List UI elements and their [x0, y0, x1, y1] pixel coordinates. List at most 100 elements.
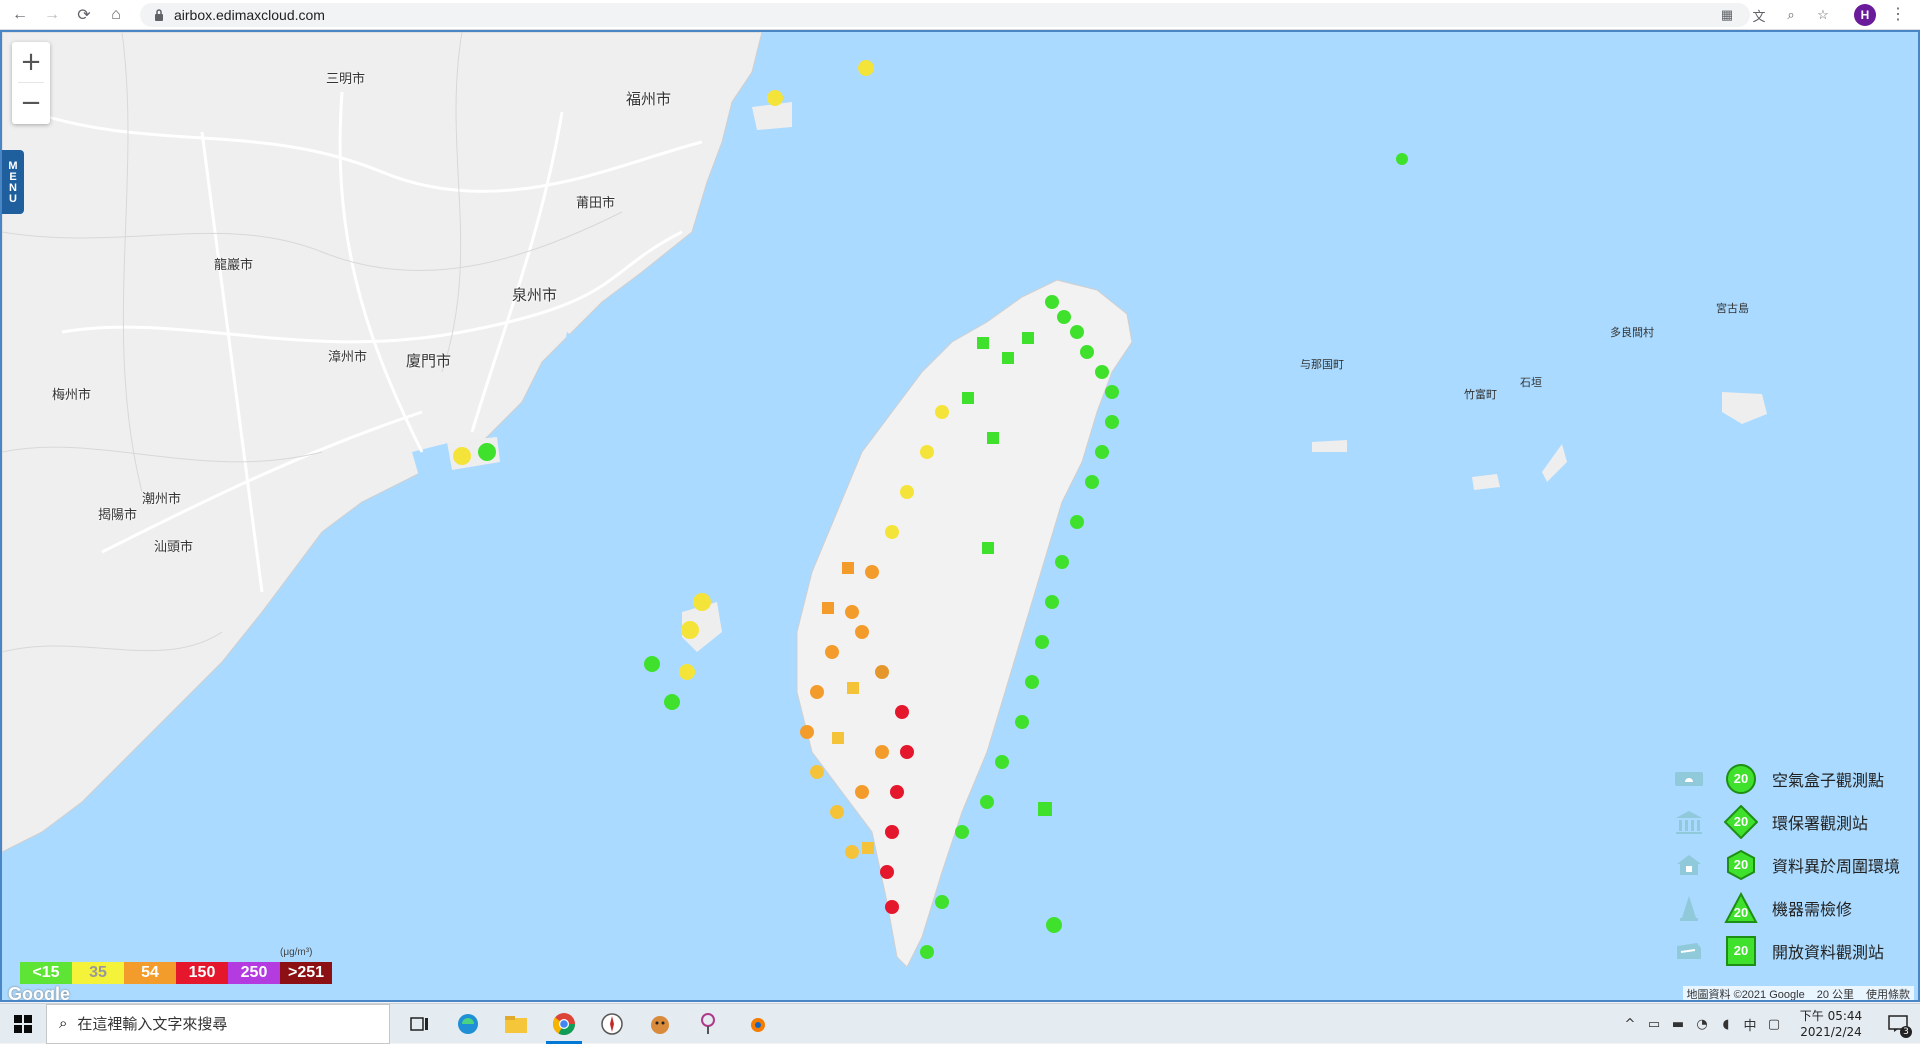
map-label-quanzhou: 泉州市 — [512, 286, 558, 304]
compass-app-icon[interactable] — [588, 1004, 636, 1044]
blender-icon[interactable] — [732, 1004, 780, 1044]
terms-link[interactable]: 使用條款 — [1866, 986, 1910, 1000]
map-label-miyakojima: 宮古島 — [1716, 302, 1749, 315]
legend-item-epa-station: 20 環保署觀測站 — [1672, 800, 1912, 843]
square-marker: 20 — [1724, 934, 1758, 968]
map-scale[interactable]: 20 公里 — [1817, 986, 1854, 1000]
edge-icon[interactable] — [444, 1004, 492, 1044]
map-label-taramason: 多良間村 — [1610, 326, 1654, 339]
input-mode-icon[interactable]: ▢ — [1762, 1004, 1786, 1044]
aqi-scale: <15 35 54 150 250 >251 — [20, 962, 332, 984]
marker-value: 20 — [1733, 904, 1749, 920]
url-text[interactable]: airbox.edimaxcloud.com — [174, 7, 325, 23]
translate-icon[interactable]: 文 — [1748, 4, 1770, 26]
zoom-out-button[interactable]: − — [12, 83, 50, 123]
address-bar[interactable]: airbox.edimaxcloud.com — [140, 3, 1750, 27]
wifi-icon[interactable]: ◔ — [1690, 1004, 1714, 1044]
aqi-level-hazardous: >251 — [280, 962, 332, 984]
legend-label: 機器需檢修 — [1772, 899, 1853, 919]
map-label-sanming: 三明市 — [326, 72, 366, 87]
back-icon[interactable]: ← — [8, 3, 32, 27]
map-label-jieyang: 揭陽市 — [98, 508, 138, 523]
system-tray: ^ ▭ ▬ ◔ ◖ 中 ▢ 下午 05:44 2021/2/24 3 — [1618, 1004, 1920, 1044]
aqi-level-sensitive: 54 — [124, 962, 176, 984]
windows-start-icon[interactable] — [0, 1004, 46, 1044]
taskbar-search[interactable]: ⌕ 在這裡輸入文字來搜尋 — [46, 1003, 390, 1044]
marker-value: 20 — [1733, 857, 1749, 872]
legend-label: 空氣盒子觀測點 — [1772, 770, 1885, 790]
taskbar: ⌕ 在這裡輸入文字來搜尋 ^ ▭ ▬ ◔ ◖ 中 ▢ 下午 05:44 2021… — [0, 1003, 1920, 1044]
home-icon[interactable]: ⌂ — [104, 3, 128, 27]
marker-value: 20 — [1733, 814, 1749, 829]
bookmark-star-icon[interactable]: ☆ — [1812, 4, 1834, 26]
reload-icon[interactable]: ⟳ — [72, 3, 96, 27]
chevron-up-icon[interactable]: ^ — [1618, 1004, 1642, 1044]
task-view-icon[interactable] — [396, 1004, 444, 1044]
triangle-marker: 20 — [1724, 891, 1758, 925]
map-label-ishigaki: 石垣 — [1520, 376, 1542, 389]
map-data-credit[interactable]: 地圖資料 ©2021 Google — [1687, 986, 1805, 1000]
map-label-xiamen: 廈門市 — [406, 352, 452, 370]
menu-tab[interactable]: MENU — [2, 150, 24, 214]
map-label-shantou: 汕頭市 — [154, 540, 194, 555]
file-explorer-icon[interactable] — [492, 1004, 540, 1044]
legend-label: 環保署觀測站 — [1772, 813, 1869, 833]
device-icon[interactable]: ▭ — [1642, 1004, 1666, 1044]
aqi-level-moderate: 35 — [72, 962, 124, 984]
zoom-in-button[interactable]: + — [12, 42, 50, 82]
notification-count: 3 — [1900, 1026, 1912, 1038]
aqi-level-very-unhealthy: 250 — [228, 962, 280, 984]
lock-icon[interactable] — [152, 8, 166, 22]
profile-avatar[interactable]: H — [1854, 4, 1876, 26]
battery-icon[interactable]: ▬ — [1666, 1004, 1690, 1044]
circle-marker: 20 — [1724, 762, 1758, 796]
forward-icon[interactable]: → — [40, 3, 64, 27]
legend-item-airbox: 20 空氣盒子觀測點 — [1672, 757, 1912, 800]
map-label-meizhou: 梅州市 — [52, 388, 92, 403]
google-logo: Google — [8, 984, 70, 1002]
map-base — [2, 32, 1767, 968]
zoom-controls: + − — [12, 42, 50, 124]
search-placeholder: 在這裡輸入文字來搜尋 — [77, 1015, 228, 1033]
map-attribution: 地圖資料 ©2021 Google 20 公里 使用條款 — [1682, 986, 1914, 1000]
aqi-level-good: <15 — [20, 962, 72, 984]
zoom-icon[interactable]: ⌕ — [1780, 4, 1802, 26]
airbox-icon — [1672, 762, 1706, 796]
browser-menu-icon[interactable]: ⋮ — [1888, 4, 1908, 26]
map-label-longyan: 龍巖市 — [214, 258, 254, 273]
map-label-fuzhou: 福州市 — [626, 90, 672, 108]
map-canvas[interactable]: 三明市 福州市 莆田市 龍巖市 泉州市 漳州市 廈門市 梅州市 潮州市 揭陽市 … — [0, 30, 1920, 1002]
search-icon: ⌕ — [59, 1015, 68, 1032]
browser-toolbar: ← → ⟳ ⌂ airbox.edimaxcloud.com ▦ 文 ⌕ ☆ H… — [0, 0, 1920, 30]
clock-date: 2021/2/24 — [1800, 1025, 1862, 1039]
clock[interactable]: 下午 05:44 2021/2/24 — [1786, 1008, 1876, 1040]
fox-app-icon[interactable] — [636, 1004, 684, 1044]
qr-code-icon[interactable]: ▦ — [1716, 4, 1738, 26]
chrome-icon[interactable] — [540, 1004, 588, 1044]
map-legend: 20 空氣盒子觀測點 20 環保署觀測站 20 資料異於周圍環境 20 機器需檢… — [1672, 757, 1912, 972]
ime-indicator[interactable]: 中 — [1738, 1004, 1762, 1044]
marker-value: 20 — [1733, 771, 1749, 786]
map-label-yonaguni: 与那国町 — [1300, 358, 1344, 371]
cone-icon — [1672, 891, 1706, 925]
open-data-icon — [1672, 934, 1706, 968]
legend-item-abnormal: 20 資料異於周圍環境 — [1672, 843, 1912, 886]
house-icon — [1672, 848, 1706, 882]
volume-icon[interactable]: ◖ — [1714, 1004, 1738, 1044]
government-building-icon — [1672, 805, 1706, 839]
hexagon-marker: 20 — [1724, 848, 1758, 882]
legend-label: 開放資料觀測站 — [1772, 942, 1885, 962]
clock-time: 下午 05:44 — [1799, 1009, 1863, 1023]
map-label-chaozhou: 潮州市 — [142, 492, 182, 507]
legend-label: 資料異於周圍環境 — [1772, 856, 1901, 876]
map-label-zhangzhou: 漳州市 — [328, 350, 368, 365]
network-app-icon[interactable] — [684, 1004, 732, 1044]
diamond-marker: 20 — [1724, 804, 1758, 839]
notification-center-icon[interactable]: 3 — [1876, 1004, 1920, 1044]
marker-value: 20 — [1733, 943, 1749, 958]
map-label-taketomi: 竹富町 — [1464, 388, 1497, 401]
legend-item-open-data: 20 開放資料觀測站 — [1672, 929, 1912, 972]
aqi-level-unhealthy: 150 — [176, 962, 228, 984]
aqi-unit: (μg/m³) — [280, 947, 313, 958]
map-label-putian: 莆田市 — [576, 196, 616, 211]
